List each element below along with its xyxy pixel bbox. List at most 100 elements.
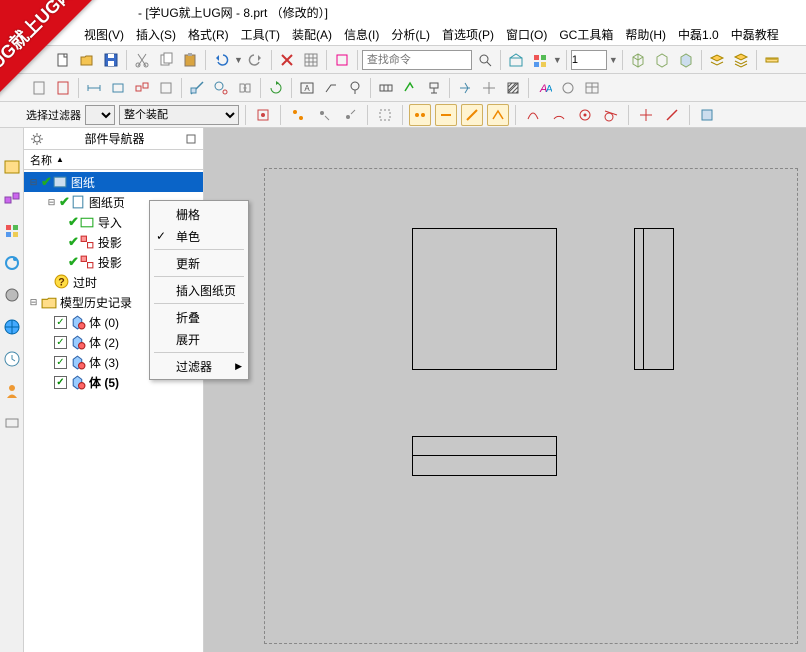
save-icon[interactable] [100,49,122,71]
sheet2-icon[interactable] [52,77,74,99]
symbol-icon[interactable] [557,77,579,99]
menu-assembly[interactable]: 装配(A) [288,24,336,45]
tangent-icon[interactable] [600,104,622,126]
snap2-icon[interactable] [435,104,457,126]
delete-icon[interactable] [276,49,298,71]
text-icon[interactable]: A [296,77,318,99]
rect-sel-icon[interactable] [374,104,396,126]
datum-icon[interactable] [423,77,445,99]
view1-icon[interactable] [505,49,527,71]
menu-format[interactable]: 格式(R) [184,24,233,45]
gdt-icon[interactable] [375,77,397,99]
tree-root-drawing[interactable]: ⊟✔ 图纸 [24,172,203,192]
menu-refresh[interactable]: 更新 [150,252,248,274]
top-view[interactable] [412,436,557,476]
box1-icon[interactable] [627,49,649,71]
paste-icon[interactable] [179,49,201,71]
snap1-icon[interactable] [409,104,431,126]
table-icon[interactable] [581,77,603,99]
menu-collapse[interactable]: 折叠 [150,306,248,328]
box-last-icon[interactable] [696,104,718,126]
side-view[interactable] [634,228,674,370]
snap3-icon[interactable] [461,104,483,126]
menu-zhonglei-tut[interactable]: 中磊教程 [727,24,783,45]
sel3-icon[interactable] [313,104,335,126]
tab-assembly-icon[interactable] [3,190,21,208]
tab-constraint-icon[interactable] [3,222,21,240]
pin-icon[interactable] [185,133,197,145]
redo-icon[interactable] [245,49,267,71]
update-icon[interactable] [265,77,287,99]
tab-roles-icon[interactable] [3,382,21,400]
front-view[interactable] [412,228,557,370]
menu-prefs[interactable]: 首选项(P) [438,24,498,45]
weld-icon[interactable] [454,77,476,99]
break-icon[interactable] [234,77,256,99]
menu-analysis[interactable]: 分析(L) [387,24,434,45]
command-search-input[interactable] [362,50,472,70]
menu-view[interactable]: 视图(V) [80,24,128,45]
detail-icon[interactable] [210,77,232,99]
menu-insert[interactable]: 插入(S) [132,24,180,45]
undo-icon[interactable] [210,49,232,71]
nav-column-header[interactable]: 名称 ▲ [24,150,203,170]
tab-browser-icon[interactable] [3,318,21,336]
box2-icon[interactable] [651,49,673,71]
curve1-icon[interactable] [522,104,544,126]
leader-icon[interactable] [320,77,342,99]
menu-gctoolbox[interactable]: GC工具箱 [555,24,617,45]
scope-dropdown[interactable]: 整个装配 [119,105,239,125]
sel2-icon[interactable] [287,104,309,126]
hatch-icon[interactable] [502,77,524,99]
drawing-canvas[interactable] [204,128,806,652]
sel1-icon[interactable] [252,104,274,126]
search-icon[interactable] [474,49,496,71]
new-icon[interactable] [52,49,74,71]
menu-zhonglei1[interactable]: 中磊1.0 [674,24,723,45]
touch-icon[interactable] [331,49,353,71]
tab-hd3d-icon[interactable] [3,286,21,304]
circle-icon[interactable] [574,104,596,126]
layers-icon[interactable] [706,49,728,71]
filter-dropdown[interactable] [85,105,115,125]
dim2-icon[interactable] [107,77,129,99]
view2-icon[interactable] [529,49,551,71]
dim4-icon[interactable] [155,77,177,99]
menu-insert-sheet[interactable]: 插入图纸页 [150,279,248,301]
tab-reuse-icon[interactable] [3,254,21,272]
spin-value[interactable] [571,50,607,70]
gear-icon[interactable] [30,132,44,146]
cross-icon[interactable] [635,104,657,126]
ruler-icon[interactable] [761,49,783,71]
menu-window[interactable]: 窗口(O) [502,24,551,45]
cut-icon[interactable] [131,49,153,71]
grid-icon[interactable] [300,49,322,71]
line-icon[interactable] [661,104,683,126]
center-icon[interactable] [478,77,500,99]
tab-min-icon[interactable] [3,414,21,432]
section-icon[interactable] [186,77,208,99]
layers2-icon[interactable] [730,49,752,71]
arc-icon[interactable] [548,104,570,126]
dim3-icon[interactable] [131,77,153,99]
sheet-icon[interactable] [28,77,50,99]
balloon-icon[interactable] [344,77,366,99]
menu-info[interactable]: 信息(I) [340,24,383,45]
edit-text-icon[interactable]: AA [533,77,555,99]
tab-history-icon[interactable] [3,350,21,368]
menu-help[interactable]: 帮助(H) [621,24,670,45]
menu-grid[interactable]: 栅格 [150,203,248,225]
surf-icon[interactable] [399,77,421,99]
copy-icon[interactable] [155,49,177,71]
open-icon[interactable] [76,49,98,71]
sel4-icon[interactable] [339,104,361,126]
menu-mono[interactable]: ✓单色 [150,225,248,247]
menu-filter[interactable]: 过滤器▶ [150,355,248,377]
box3-icon[interactable] [675,49,697,71]
menu-expand[interactable]: 展开 [150,328,248,350]
dim1-icon[interactable] [83,77,105,99]
menu-tools[interactable]: 工具(T) [237,24,284,45]
tab-navigator-icon[interactable] [3,158,21,176]
snap4-icon[interactable] [487,104,509,126]
svg-text:?: ? [58,277,65,289]
